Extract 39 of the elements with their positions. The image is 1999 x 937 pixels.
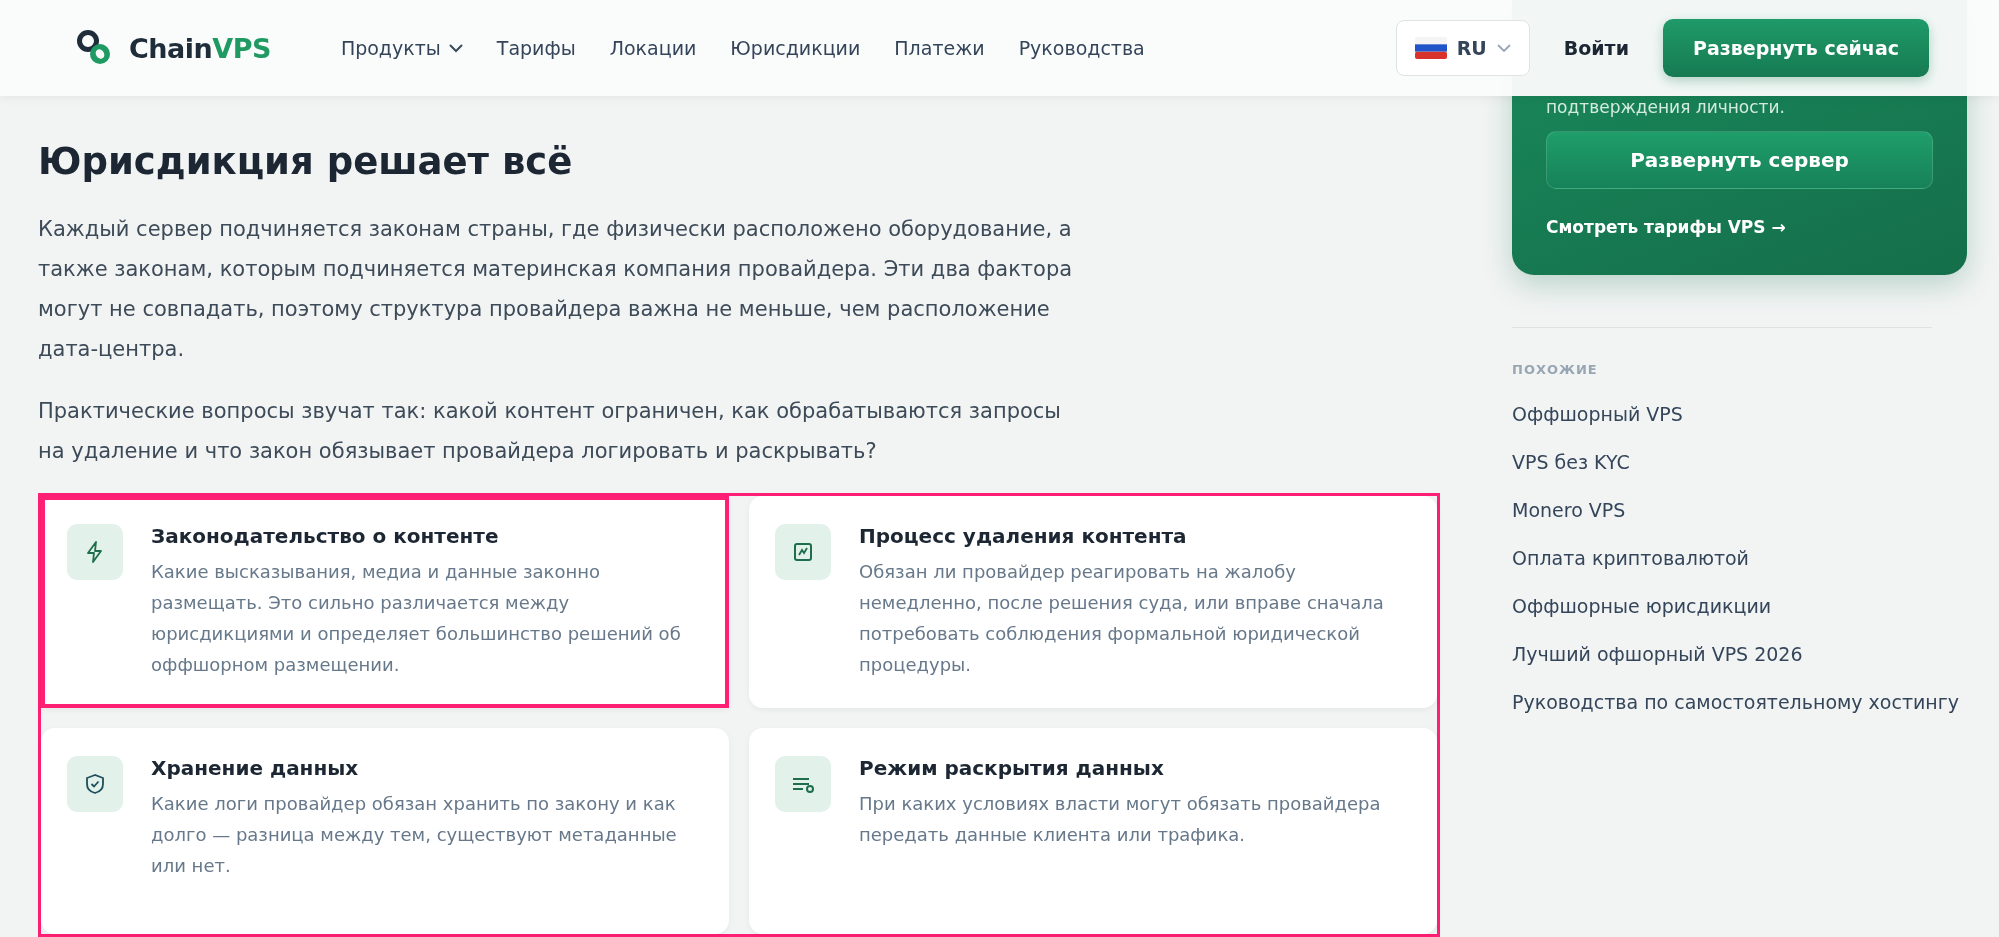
card-text: Какие логи провайдер обязан хранить по закону и как долго — разница между тем, существуют метаданные или нет.	[151, 792, 678, 878]
nav-link[interactable]: Руководства	[1018, 37, 1145, 59]
brand-logo[interactable]: ChainVPS	[129, 32, 271, 64]
deploy-server-button[interactable]: Развернуть сервер	[1546, 131, 1933, 189]
flag-icon	[1414, 37, 1447, 59]
nav-link[interactable]: Тарифы	[496, 37, 576, 59]
language-code: RU	[1456, 37, 1487, 59]
related-link[interactable]: Оффшорные юрисдикции	[1512, 595, 1967, 617]
pricing-link[interactable]: Смотреть тарифы VPS →	[1546, 217, 1933, 237]
language-selector[interactable]: RU	[1395, 20, 1530, 76]
card-text: Какие высказывания, медиа и данные законно размещать. Это сильно различается между юрисдикциями и определяет большинство решений об оффшорном размещении.	[151, 560, 682, 677]
section-title: Юрисдикция решает всё	[38, 140, 574, 183]
card-title: Законодательство о контенте	[151, 524, 500, 548]
list-icon	[775, 756, 831, 812]
paragraph: Практические вопросы звучат так: какой контент ограничен, как обрабатываются запросы на удаление и что закон обязывает провайдера логировать и раскрывать?	[38, 398, 1062, 465]
card-text: Обязан ли провайдер реагировать на жалобу немедленно, после решения суда, или вправе сначала потребовать соблюдения формальной юридической процедуры.	[859, 560, 1385, 677]
card-title: Режим раскрытия данных	[859, 756, 1165, 780]
related-link[interactable]: Руководства по самостоятельному хостингу	[1512, 691, 1967, 713]
related-link[interactable]: Monero VPS	[1512, 499, 1967, 521]
shield-check-icon	[67, 756, 123, 812]
related-heading: ПОХОЖИЕ	[1512, 362, 1599, 377]
card-title: Хранение данных	[151, 756, 360, 780]
chevron-down-icon	[1496, 43, 1511, 53]
related-link[interactable]: Оффшорный VPS	[1512, 403, 1967, 425]
paragraph: Каждый сервер подчиняется законам страны, где физически расположено оборудование, а также законам, которым подчиняется материнская компания провайдера. Эти два фактора могут не совпадать, поэтому структура провайдера важна не меньше, чем расположение дата-центра.	[38, 216, 1074, 363]
nav-link[interactable]: Юрисдикции	[730, 37, 861, 59]
related-link[interactable]: Оплата криптовалютой	[1512, 547, 1967, 569]
related-link[interactable]: Лучший офшорный VPS 2026	[1512, 643, 1967, 665]
promo-text: подтверждения личности.	[1546, 97, 1786, 117]
lightning-icon	[67, 524, 123, 580]
chart-icon	[775, 524, 831, 580]
login-link[interactable]: Войти	[1563, 37, 1629, 59]
nav-link[interactable]: Продукты	[340, 37, 463, 59]
related-link[interactable]: VPS без KYC	[1512, 451, 1967, 473]
nav-link[interactable]: Платежи	[894, 37, 985, 59]
card-text: При каких условиях власти могут обязать провайдера передать данные клиента или трафика.	[859, 792, 1382, 847]
card-title: Процесс удаления контента	[859, 524, 1188, 548]
deploy-now-button[interactable]: Развернуть сейчас	[1662, 19, 1929, 77]
nav-link[interactable]: Локации	[609, 37, 697, 59]
